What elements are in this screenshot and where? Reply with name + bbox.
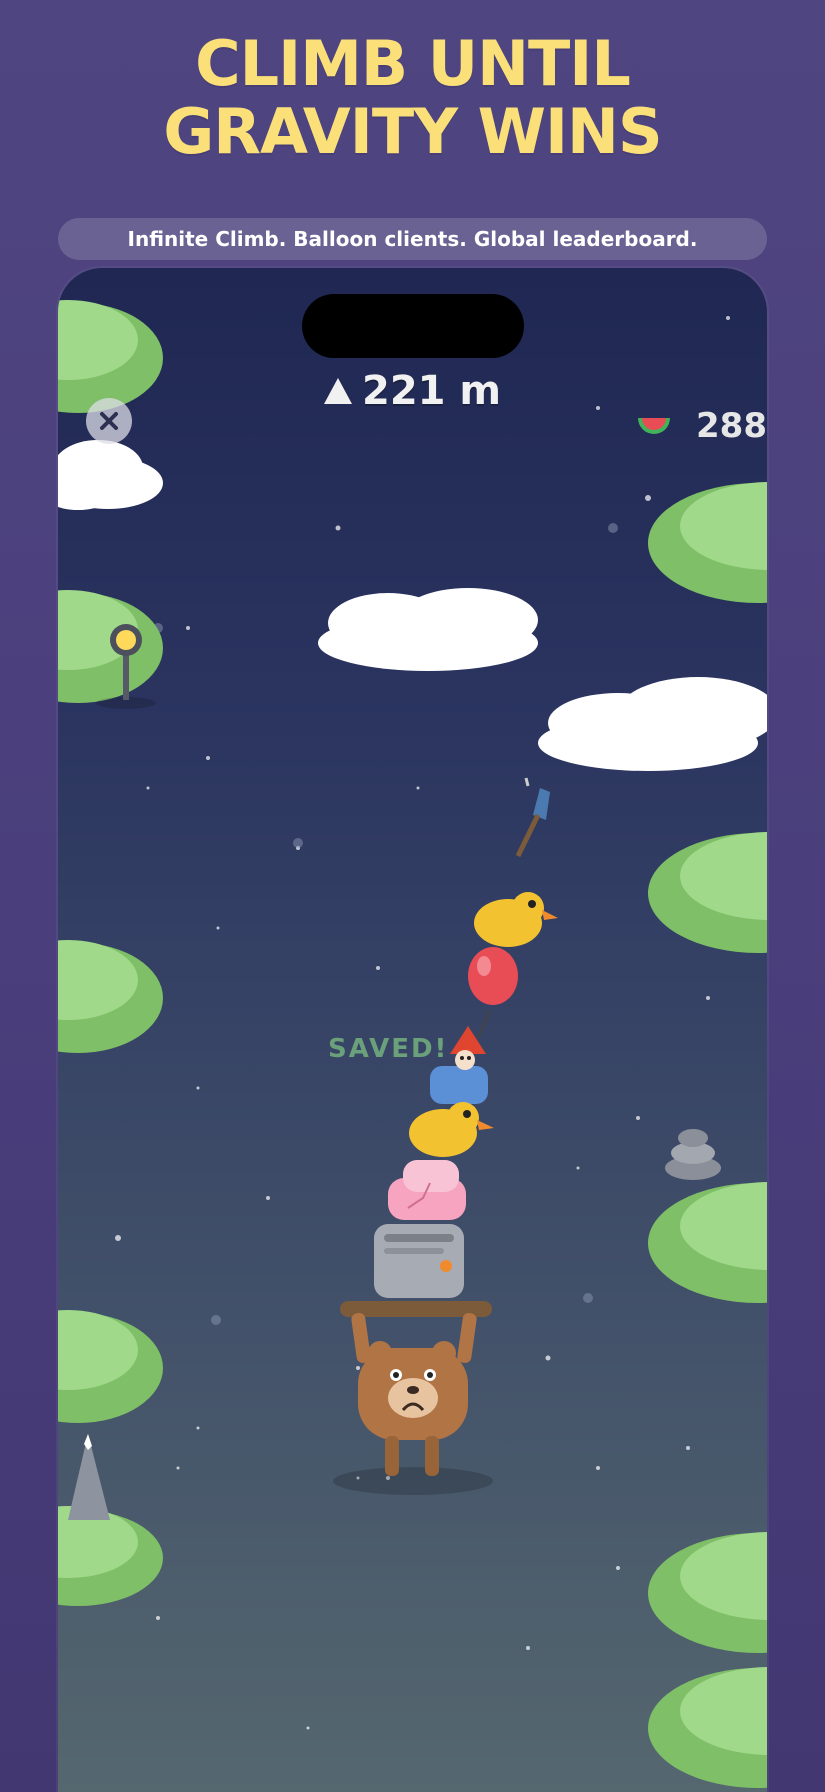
umbrella-item — [515, 777, 550, 858]
balloon — [468, 947, 518, 1039]
close-icon — [100, 412, 118, 430]
saved-popup: SAVED! — [328, 1034, 449, 1064]
headline-line-2: GRAVITY WINS — [163, 95, 662, 168]
up-arrow-icon — [324, 378, 352, 404]
bear-shadow — [333, 1467, 493, 1495]
pink-pillows — [388, 1160, 466, 1220]
rock-stack — [665, 1129, 721, 1180]
clouds — [58, 440, 767, 771]
duck-middle — [409, 1102, 494, 1157]
coin-counter: 288 — [636, 406, 767, 446]
height-value: 221 m — [362, 368, 502, 414]
dynamic-island — [302, 294, 524, 358]
headline: CLIMB UNTIL GRAVITY WINS — [0, 30, 825, 166]
stars — [115, 316, 730, 1740]
watermelon-icon — [638, 418, 670, 434]
height-counter: 221 m — [324, 368, 501, 414]
toaster — [374, 1224, 464, 1298]
duck-top — [474, 892, 558, 947]
close-button[interactable] — [86, 398, 132, 444]
tagline-banner: Infinite Climb. Balloon clients. Global … — [58, 218, 767, 260]
headline-line-1: CLIMB UNTIL — [195, 27, 631, 100]
game-scene — [58, 300, 767, 1788]
coin-count: 288 — [696, 406, 767, 446]
game-screen[interactable]: 221 m 288 SAVED! — [58, 268, 767, 1792]
bear — [351, 1313, 477, 1476]
rock-spike — [68, 1434, 110, 1520]
